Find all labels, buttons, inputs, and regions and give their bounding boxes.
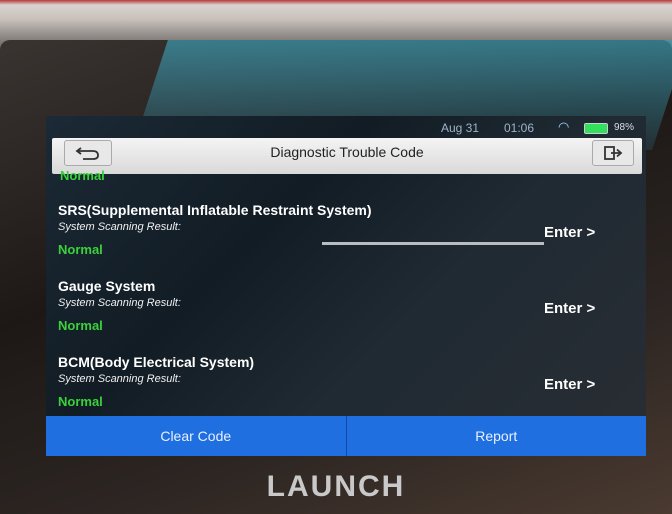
system-subtitle: System Scanning Result: bbox=[58, 297, 181, 309]
report-button[interactable]: Report bbox=[346, 416, 646, 456]
system-name: Gauge System bbox=[58, 278, 156, 294]
battery-icon bbox=[584, 123, 608, 134]
exit-icon bbox=[604, 146, 623, 160]
wifi-icon: ◠ bbox=[558, 119, 570, 134]
enter-button[interactable]: Enter > bbox=[544, 376, 595, 393]
brand-logo: LAUNCH bbox=[266, 470, 406, 503]
bottom-action-bar: Clear Code Report bbox=[46, 416, 646, 456]
system-list: Normal SRS(Supplemental Inflatable Restr… bbox=[46, 168, 646, 416]
system-subtitle: System Scanning Result: bbox=[58, 373, 181, 385]
system-subtitle: System Scanning Result: bbox=[58, 221, 181, 233]
status-date: Aug 31 bbox=[441, 121, 480, 135]
system-name: BCM(Body Electrical System) bbox=[58, 354, 255, 370]
system-name: SRS(Supplemental Inflatable Restraint Sy… bbox=[58, 202, 372, 218]
clear-code-button[interactable]: Clear Code bbox=[46, 416, 347, 456]
enter-button[interactable]: Enter > bbox=[544, 300, 595, 317]
list-item: SRS(Supplemental Inflatable Restraint Sy… bbox=[46, 202, 646, 278]
exit-button[interactable] bbox=[592, 140, 634, 166]
system-status: Normal bbox=[58, 394, 103, 409]
system-status: Normal bbox=[58, 318, 103, 333]
scroll-indicator bbox=[322, 242, 544, 245]
partial-status: Normal bbox=[60, 168, 105, 183]
status-bar: Aug 31 01:06 ◠ 98% bbox=[46, 116, 646, 138]
system-status: Normal bbox=[58, 242, 103, 257]
page-title: Diagnostic Trouble Code bbox=[270, 144, 424, 160]
status-time: 01:06 bbox=[504, 121, 535, 135]
battery-percent: 98% bbox=[614, 122, 635, 133]
list-item: Gauge System System Scanning Result: Nor… bbox=[46, 278, 646, 354]
enter-button[interactable]: Enter > bbox=[544, 224, 595, 241]
device-screen: Aug 31 01:06 ◠ 98% Diagnostic Trouble Co… bbox=[46, 116, 646, 456]
